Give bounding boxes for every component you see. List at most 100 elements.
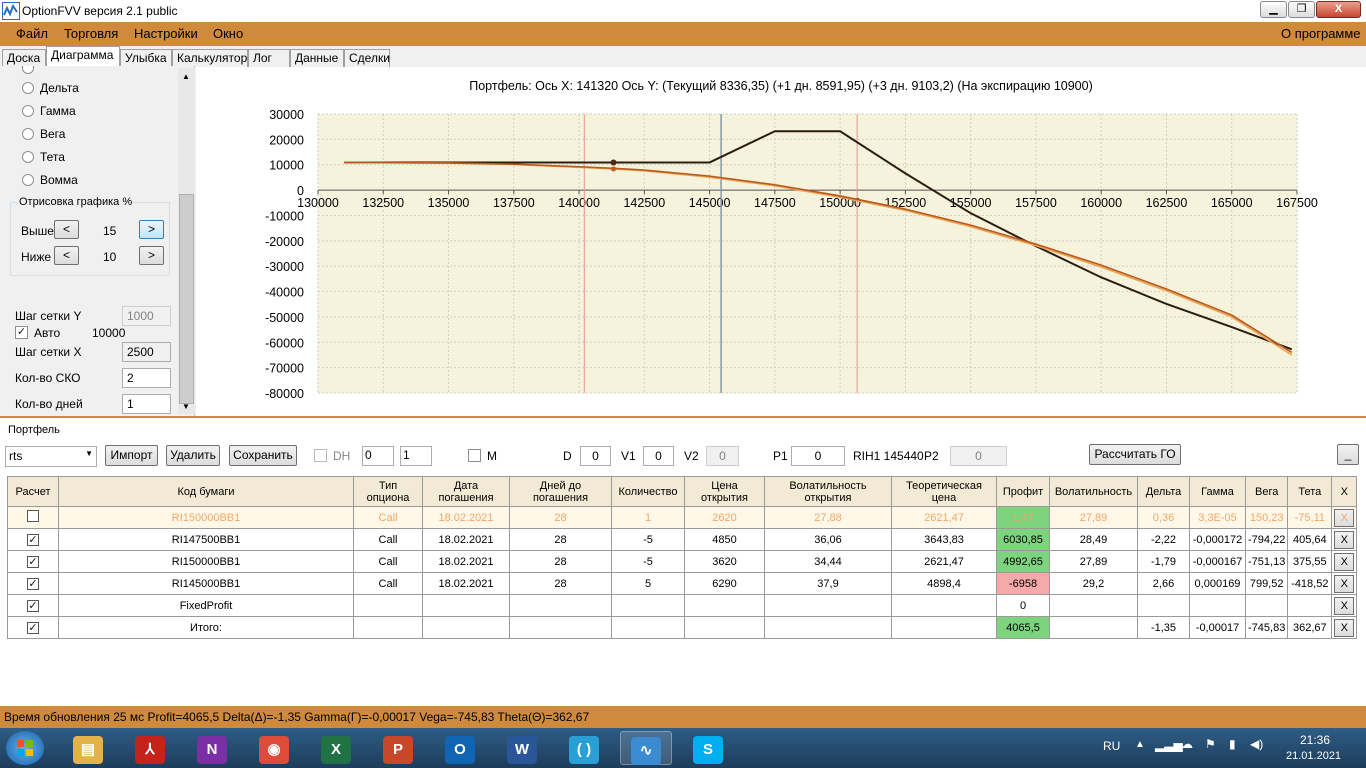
remove-row-button[interactable]: X xyxy=(1334,552,1355,571)
taskbar-outlook-icon[interactable]: O xyxy=(434,731,486,765)
volume-icon[interactable]: ◀) xyxy=(1250,737,1263,751)
battery-icon[interactable]: ▮ xyxy=(1229,737,1236,751)
tab-data[interactable]: Данные xyxy=(290,49,344,67)
spin2-field[interactable]: 1 xyxy=(400,446,432,466)
col-type[interactable]: Тип опциона xyxy=(353,476,423,507)
calc-go-button[interactable]: Рассчитать ГО xyxy=(1089,444,1181,465)
radio-gamma[interactable] xyxy=(22,105,34,117)
col-theo[interactable]: Теоретическая цена xyxy=(891,476,997,507)
calc-cell[interactable]: ✓ xyxy=(7,572,59,595)
taskbar-powerpoint-icon[interactable]: P xyxy=(372,731,424,765)
taskbar-excel-icon[interactable]: X xyxy=(310,731,362,765)
calc-cell[interactable]: ✓ xyxy=(7,594,59,617)
col-qty[interactable]: Количество xyxy=(611,476,685,507)
calc-checkbox[interactable]: ✓ xyxy=(27,621,39,634)
col-x[interactable]: X xyxy=(1331,476,1358,507)
calc-cell[interactable]: ✓ xyxy=(7,616,59,639)
col-date[interactable]: Дата погашения xyxy=(422,476,510,507)
remove-cell[interactable]: X xyxy=(1331,572,1358,595)
below-decrease-button[interactable]: < xyxy=(54,246,79,265)
table-row[interactable]: ✓ RI145000BB1 Call 18.02.2021 28 5 6290 37,9 489… xyxy=(7,572,1358,595)
left-panel-scrollbar[interactable]: ▲ ▼ xyxy=(178,68,195,414)
remove-cell[interactable]: X xyxy=(1331,594,1358,617)
below-increase-button[interactable]: > xyxy=(139,246,164,265)
table-row[interactable]: ✓ FixedProfit 0 X xyxy=(7,594,1358,617)
taskbar-brackets-icon[interactable]: ( ) xyxy=(558,731,610,765)
radio-vomma[interactable] xyxy=(22,174,34,186)
import-button[interactable]: Импорт xyxy=(105,445,158,466)
menu-about[interactable]: О программе xyxy=(1281,26,1361,41)
remove-row-button[interactable]: X xyxy=(1334,618,1355,637)
maximize-button[interactable]: ❐ xyxy=(1288,1,1315,18)
taskbar-onenote-icon[interactable]: N xyxy=(186,731,238,765)
taskbar-chrome-icon[interactable]: ◉ xyxy=(248,731,300,765)
spin1-field[interactable]: 0 xyxy=(362,446,394,466)
calc-checkbox[interactable]: ✓ xyxy=(27,555,39,568)
tab-log[interactable]: Лог xyxy=(248,49,290,67)
collapse-button[interactable]: _ xyxy=(1337,444,1359,465)
signal-icon[interactable]: ▂▃▅ xyxy=(1155,738,1183,752)
calc-checkbox[interactable] xyxy=(27,510,39,522)
menu-file[interactable]: Файл xyxy=(16,26,48,41)
dh-checkbox[interactable] xyxy=(314,449,327,462)
tab-calculator[interactable]: Калькулятор xyxy=(172,49,248,67)
days-field[interactable]: 1 xyxy=(122,394,171,414)
calc-cell[interactable]: ✓ xyxy=(7,528,59,551)
flag-icon[interactable]: ⚑ xyxy=(1205,737,1216,751)
account-select[interactable]: rts ▼ xyxy=(5,446,97,467)
taskbar-optionfvv-icon[interactable]: ∿ xyxy=(620,731,672,765)
cloud-icon[interactable]: ☁ xyxy=(1181,737,1193,751)
calc-checkbox[interactable]: ✓ xyxy=(27,599,39,612)
sko-field[interactable]: 2 xyxy=(122,368,171,388)
taskbar-acrobat-icon[interactable]: ⅄ xyxy=(124,731,176,765)
clock-time[interactable]: 21:36 xyxy=(1300,733,1330,747)
grid-y-field[interactable]: 1000 xyxy=(122,306,171,326)
save-button[interactable]: Сохранить xyxy=(229,445,297,466)
m-checkbox[interactable] xyxy=(468,449,481,462)
table-row[interactable]: ✓ RI147500BB1 Call 18.02.2021 28 -5 4850 36,06 3… xyxy=(7,528,1358,551)
radio-theta[interactable] xyxy=(22,151,34,163)
scroll-thumb[interactable] xyxy=(179,194,194,404)
radio-hidden-top[interactable] xyxy=(22,66,34,74)
tab-board[interactable]: Доска xyxy=(2,49,46,67)
menu-trading[interactable]: Торговля xyxy=(64,26,118,41)
clock-date[interactable]: 21.01.2021 xyxy=(1286,750,1341,762)
col-vega[interactable]: Вега xyxy=(1244,476,1289,507)
tab-diagram[interactable]: Диаграмма xyxy=(46,46,120,67)
taskbar-explorer-icon[interactable]: ▤ xyxy=(62,731,114,765)
table-row[interactable]: RI150000BB1 Call 18.02.2021 28 1 2620 27,88 262… xyxy=(7,506,1358,529)
scroll-down-icon[interactable]: ▼ xyxy=(182,402,190,411)
remove-row-button[interactable]: X xyxy=(1334,574,1355,593)
tab-deals[interactable]: Сделки xyxy=(344,49,390,67)
calc-cell[interactable]: ✓ xyxy=(7,550,59,573)
close-button[interactable]: X xyxy=(1316,1,1361,18)
col-days[interactable]: Дней до погашения xyxy=(509,476,612,507)
calc-cell[interactable] xyxy=(7,506,59,529)
remove-cell[interactable]: X xyxy=(1331,528,1358,551)
col-calc[interactable]: Расчет xyxy=(7,476,59,507)
v1-field[interactable]: 0 xyxy=(643,446,674,466)
col-theta[interactable]: Тета xyxy=(1287,476,1333,507)
remove-row-button[interactable]: X xyxy=(1334,596,1355,615)
col-profit[interactable]: Профит xyxy=(996,476,1050,507)
tray-expand-icon[interactable]: ▲ xyxy=(1135,739,1145,750)
above-increase-button[interactable]: > xyxy=(139,220,164,239)
payoff-chart[interactable]: 130000 132500 135000 137500 140000 142500 1450… xyxy=(196,67,1366,416)
tab-smile[interactable]: Улыбка xyxy=(120,49,172,67)
auto-checkbox[interactable]: ✓ xyxy=(15,326,28,339)
d-field[interactable]: 0 xyxy=(580,446,611,466)
language-indicator[interactable]: RU xyxy=(1103,739,1120,753)
calc-checkbox[interactable]: ✓ xyxy=(27,577,39,590)
p1-field[interactable]: 0 xyxy=(791,446,845,466)
col-delta[interactable]: Дельта xyxy=(1137,476,1190,507)
col-gamma[interactable]: Гамма xyxy=(1189,476,1246,507)
remove-cell[interactable]: X xyxy=(1331,550,1358,573)
calc-checkbox[interactable]: ✓ xyxy=(27,533,39,546)
table-row[interactable]: ✓ Итого: 4065,5 -1,35 -0,00017 -745,83 362,67 X xyxy=(7,616,1358,639)
col-vol[interactable]: Волатильность xyxy=(1049,476,1138,507)
above-decrease-button[interactable]: < xyxy=(54,220,79,239)
table-row[interactable]: ✓ RI150000BB1 Call 18.02.2021 28 -5 3620 34,44 2… xyxy=(7,550,1358,573)
taskbar-skype-icon[interactable]: S xyxy=(682,731,734,765)
delete-button[interactable]: Удалить xyxy=(166,445,220,466)
remove-cell[interactable]: X xyxy=(1331,616,1358,639)
